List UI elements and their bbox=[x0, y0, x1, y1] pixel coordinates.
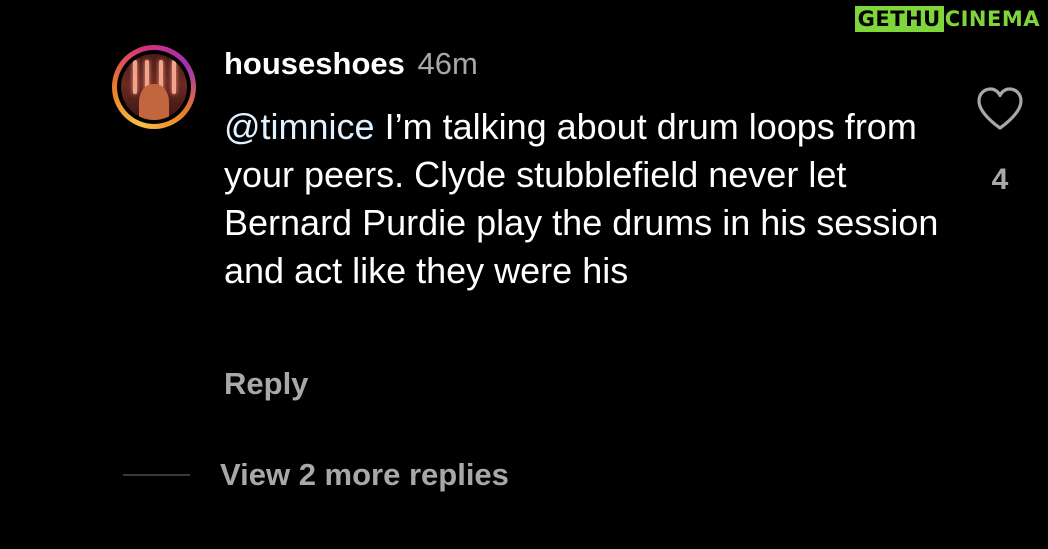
watermark-logo: GETHU CINEMA bbox=[854, 6, 1042, 32]
avatar-photo-light bbox=[133, 60, 137, 94]
replies-divider bbox=[123, 474, 190, 476]
comment-header: houseshoes 46m bbox=[224, 44, 478, 84]
username[interactable]: houseshoes bbox=[224, 46, 405, 81]
avatar[interactable] bbox=[112, 45, 196, 129]
avatar-ring-gap bbox=[117, 50, 191, 124]
mention-link[interactable]: @timnice bbox=[224, 106, 375, 147]
comment-timestamp: 46m bbox=[417, 46, 478, 81]
like-count: 4 bbox=[991, 163, 1009, 196]
comment-text: @timnice I’m talking about drum loops fr… bbox=[224, 103, 944, 295]
avatar-photo-figure bbox=[139, 84, 169, 120]
view-more-replies-row: View 2 more replies bbox=[123, 455, 509, 495]
avatar-photo bbox=[121, 54, 187, 120]
avatar-photo-light bbox=[172, 60, 176, 94]
watermark-part-2: CINEMA bbox=[944, 7, 1040, 31]
reply-button[interactable]: Reply bbox=[224, 364, 308, 404]
watermark-part-1: GETHU bbox=[854, 6, 944, 32]
heart-outline-icon-svg bbox=[977, 87, 1023, 130]
view-more-replies-button[interactable]: View 2 more replies bbox=[220, 455, 509, 495]
heart-outline-icon[interactable] bbox=[975, 86, 1025, 132]
